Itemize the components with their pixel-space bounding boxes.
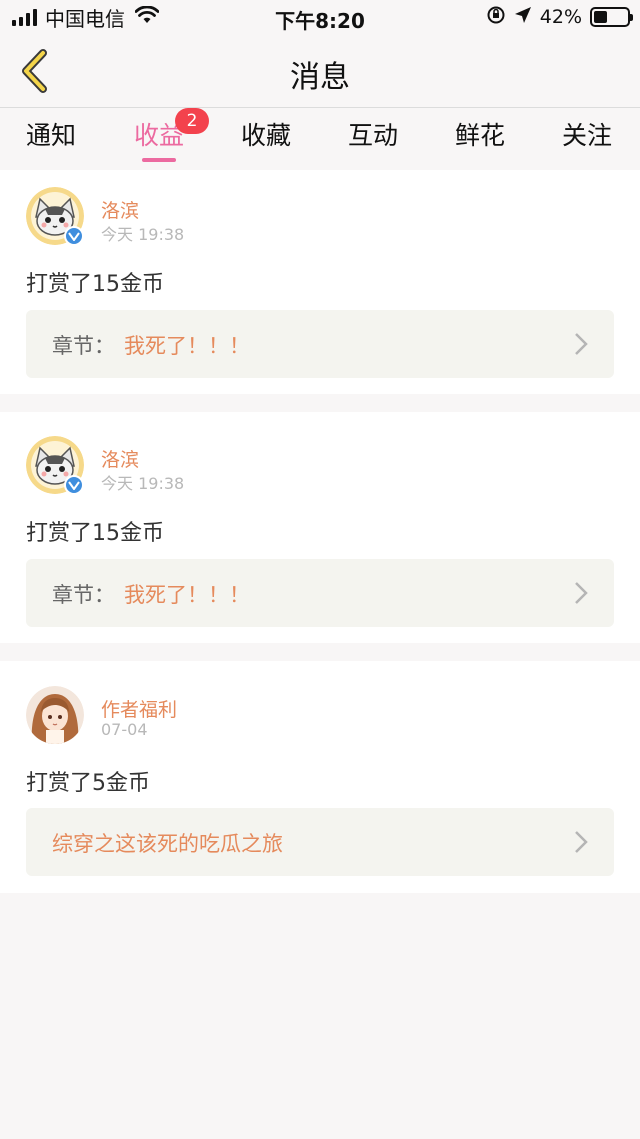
active-tab-indicator (142, 158, 176, 162)
chapter-link[interactable]: 章节： 我死了！！！ (26, 559, 614, 627)
chapter-link[interactable]: 章节： 我死了！！！ (26, 310, 614, 378)
message-text: 打赏了15金币 (26, 272, 164, 297)
tab-notifications[interactable]: 通知 (11, 116, 91, 162)
chevron-right-icon (575, 582, 588, 604)
unread-badge: 2 (175, 108, 209, 134)
tab-flowers[interactable]: 鲜花 (440, 116, 520, 162)
tab-label: 互动 (347, 121, 398, 150)
girl-avatar-icon (26, 686, 84, 744)
username[interactable]: 洛滨 (101, 445, 139, 472)
status-bar: 中国电信 下午8:20 42% (0, 0, 640, 34)
tab-bar: 通知 收益 2 收藏 互动 鲜花 关注 (0, 108, 640, 170)
message-text: 打赏了5金币 (26, 771, 150, 796)
chapter-label: 章节： (52, 583, 115, 607)
tab-following[interactable]: 关注 (547, 116, 627, 162)
battery-icon (590, 7, 633, 27)
chapter-label: 章节： (52, 334, 115, 358)
tab-label: 鲜花 (454, 121, 505, 150)
book-title: 综穿之这该死的吃瓜之旅 (52, 832, 283, 856)
chapter-title: 我死了！！！ (124, 334, 250, 358)
chevron-right-icon (575, 333, 588, 355)
tab-label: 关注 (561, 121, 612, 150)
orientation-lock-icon (486, 5, 506, 29)
message-card: 作者福利 07-04 打赏了5金币 综穿之这该死的吃瓜之旅 (0, 661, 640, 893)
tab-label: 通知 (25, 121, 76, 150)
page-title: 消息 (290, 60, 350, 95)
user-avatar[interactable] (26, 686, 84, 744)
verified-icon (64, 475, 84, 495)
book-link[interactable]: 综穿之这该死的吃瓜之旅 (26, 808, 614, 876)
message-time: 今天 19:38 (101, 474, 185, 493)
message-card: 洛滨 今天 19:38 打赏了15金币 章节： 我死了！！！ (0, 412, 640, 643)
chevron-right-icon (575, 831, 588, 853)
chapter-title: 我死了！！！ (124, 583, 250, 607)
username[interactable]: 洛滨 (101, 196, 139, 223)
tab-favorites[interactable]: 收藏 (226, 116, 306, 162)
message-time: 今天 19:38 (101, 225, 185, 244)
message-text: 打赏了15金币 (26, 521, 164, 546)
tab-earnings[interactable]: 收益 2 (119, 108, 209, 162)
location-arrow-icon (514, 6, 532, 28)
nav-bar: 消息 (0, 34, 640, 108)
tab-label: 收藏 (240, 121, 291, 150)
message-card: 洛滨 今天 19:38 打赏了15金币 章节： 我死了！！！ (0, 170, 640, 394)
tab-interactions[interactable]: 互动 (333, 116, 413, 162)
username[interactable]: 作者福利 (101, 695, 177, 722)
message-time: 07-04 (101, 720, 148, 739)
verified-icon (64, 226, 84, 246)
battery-percent: 42% (539, 6, 582, 28)
